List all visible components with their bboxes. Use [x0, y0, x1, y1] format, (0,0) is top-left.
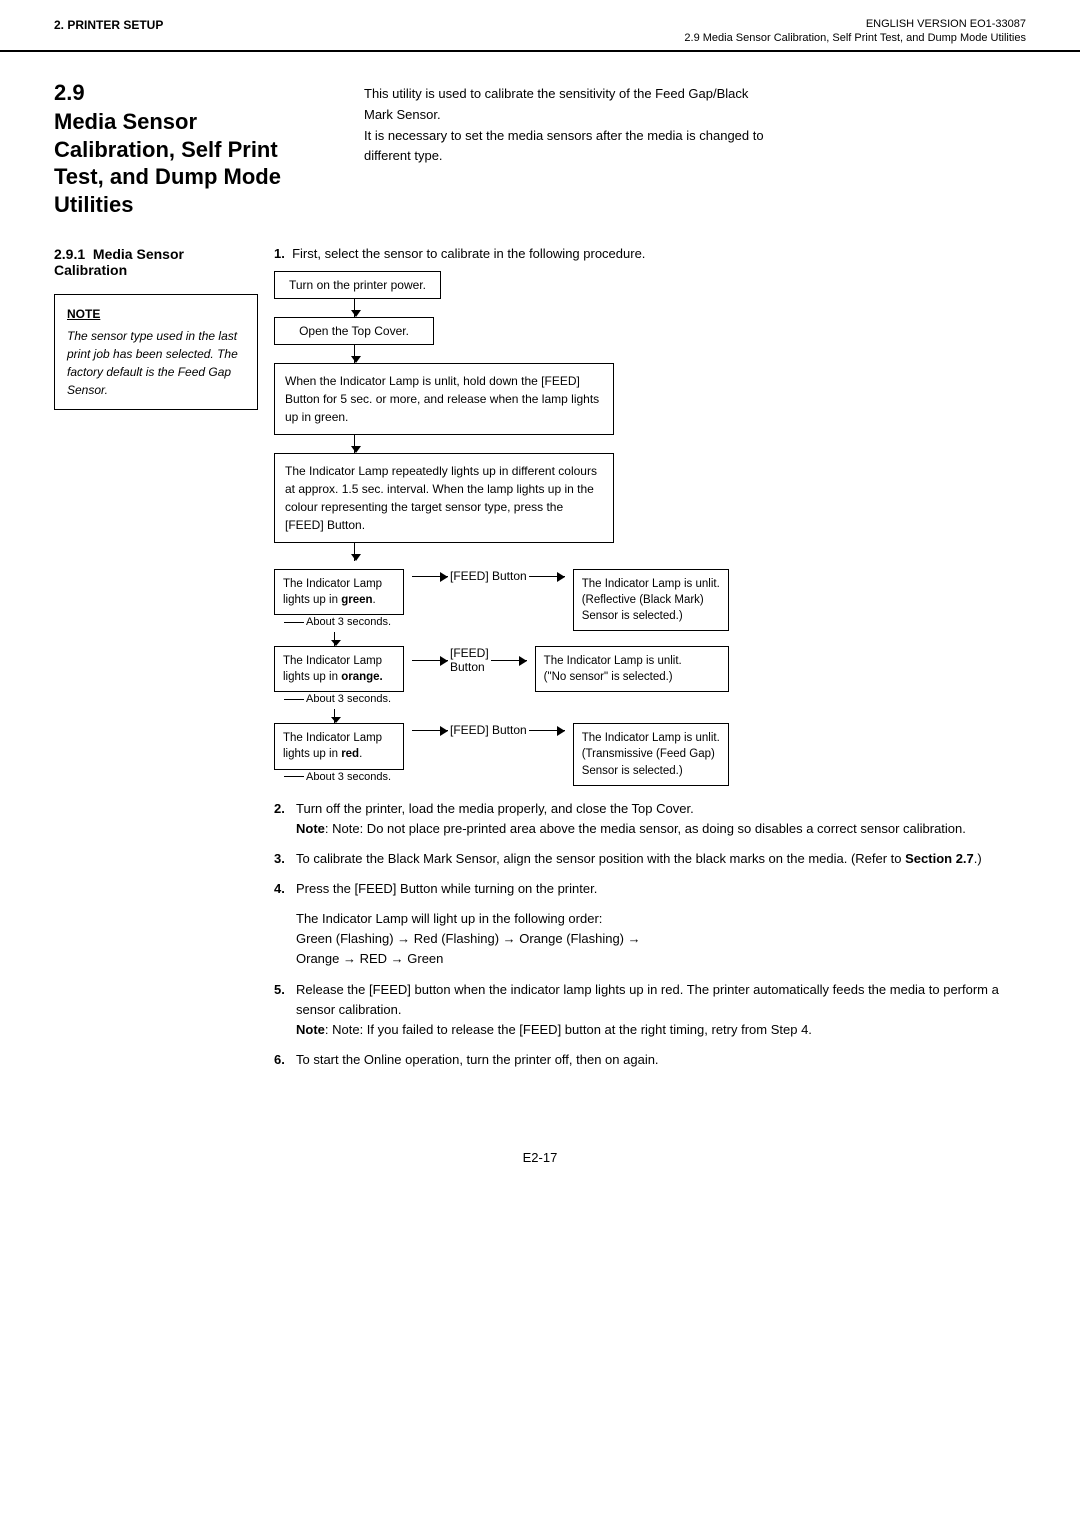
branch-lamp-2: The Indicator Lamp lights up in orange. [274, 646, 404, 692]
subsection-left: 2.9.1 Media Sensor Calibration NOTE The … [54, 246, 274, 420]
page: 2. PRINTER SETUP ENGLISH VERSION EO1-330… [0, 0, 1080, 1528]
branch-result-1: The Indicator Lamp is unlit.(Reflective … [573, 569, 729, 631]
flow-arrow-4 [354, 543, 355, 561]
step2-text: Turn off the printer, load the media pro… [296, 801, 694, 816]
branch-col-left: The Indicator Lamp lights up in green. A… [274, 569, 404, 632]
about-3s-1: About 3 seconds. [274, 616, 391, 628]
step5-text: Release the [FEED] button when the indic… [296, 982, 999, 1017]
subsection-right: 1. First, select the sensor to calibrate… [274, 246, 1026, 1080]
section-number: 2.9 [54, 80, 364, 106]
branch-result-3: The Indicator Lamp is unlit.(Transmissiv… [573, 723, 729, 785]
title-line2: Calibration, Self Print [54, 137, 278, 162]
section-title-left: 2.9 Media Sensor Calibration, Self Print… [54, 80, 364, 218]
intro-line2: Mark Sensor. [364, 107, 441, 122]
subsection-2-9-1: 2.9.1 Media Sensor Calibration NOTE The … [54, 246, 1026, 1080]
note-box: NOTE The sensor type used in the last pr… [54, 294, 258, 410]
branch-col-left-2: The Indicator Lamp lights up in orange. … [274, 646, 404, 709]
header-right: ENGLISH VERSION EO1-33087 2.9 Media Sens… [684, 18, 1026, 44]
section-title-block: 2.9 Media Sensor Calibration, Self Print… [54, 80, 1026, 218]
step4-sequence: Green (Flashing) → Red (Flashing) → Oran… [296, 931, 641, 946]
steps-list-2: 5. Release the [FEED] button when the in… [274, 980, 1026, 1071]
section-intro: This utility is used to calibrate the se… [364, 80, 1026, 167]
intro-line1: This utility is used to calibrate the se… [364, 86, 748, 101]
header-section-title: 2. PRINTER SETUP [54, 18, 163, 32]
step2: 2. Turn off the printer, load the media … [274, 799, 1026, 839]
about-3s-2: About 3 seconds. [274, 693, 391, 705]
subsection-title: 2.9.1 Media Sensor Calibration [54, 246, 258, 278]
intro-line4: different type. [364, 148, 443, 163]
step5: 5. Release the [FEED] button when the in… [274, 980, 1026, 1040]
step3: 3. To calibrate the Black Mark Sensor, a… [274, 849, 1026, 869]
page-number: E2-17 [0, 1150, 1080, 1185]
horiz-arrow-2b [491, 660, 527, 661]
horiz-arrow-1b [529, 576, 565, 577]
flow-container: Turn on the printer power. Open the Top … [274, 271, 1026, 787]
step3-bold: Section 2.7 [905, 851, 974, 866]
note-text: The sensor type used in the last print j… [67, 329, 238, 397]
branch-result-2: The Indicator Lamp is unlit.("No sensor"… [535, 646, 729, 692]
step4-sequence2: Orange → RED → Green [296, 951, 443, 966]
flowchart: Turn on the printer power. Open the Top … [274, 271, 1026, 787]
flow-arrow-3 [354, 435, 355, 453]
about-3s-3: About 3 seconds. [274, 771, 391, 783]
intro-line3: It is necessary to set the media sensors… [364, 128, 764, 143]
flow-box-4: The Indicator Lamp repeatedly lights up … [274, 453, 614, 543]
flow-arrow-1 [354, 299, 355, 317]
flow-box-3: When the Indicator Lamp is unlit, hold d… [274, 363, 614, 435]
steps-list: 2. Turn off the printer, load the media … [274, 799, 1026, 900]
step3-text: To calibrate the Black Mark Sensor, alig… [296, 851, 902, 866]
horiz-arrow-3 [412, 730, 448, 731]
step4-sub: The Indicator Lamp will light up in the … [296, 911, 602, 926]
branch-lamp-1: The Indicator Lamp lights up in green. [274, 569, 404, 615]
step2-note: Note: Note: Do not place pre-printed are… [296, 821, 966, 836]
branch-button-3: [FEED] Button [404, 723, 573, 737]
page-header: 2. PRINTER SETUP ENGLISH VERSION EO1-330… [0, 0, 1080, 52]
step1-text: First, select the sensor to calibrate in… [292, 246, 645, 261]
sub-arrow-1 [334, 632, 335, 646]
branch-col-left-3: The Indicator Lamp lights up in red. Abo… [274, 723, 404, 786]
branch-button-1: [FEED] Button [404, 569, 573, 583]
title-line3: Test, and Dump Mode [54, 164, 281, 189]
horiz-arrow-3b [529, 730, 565, 731]
step4: 4. Press the [FEED] Button while turning… [274, 879, 1026, 899]
step4-text: Press the [FEED] Button while turning on… [296, 881, 597, 896]
flow-box-2: Open the Top Cover. [274, 317, 434, 345]
branch-lamp-3: The Indicator Lamp lights up in red. [274, 723, 404, 769]
step1-intro: 1. First, select the sensor to calibrate… [274, 246, 1026, 261]
header-version: ENGLISH VERSION EO1-33087 [684, 18, 1026, 30]
horiz-arrow-2 [412, 660, 448, 661]
sub-arrow-2 [334, 709, 335, 723]
branch-row-1: The Indicator Lamp lights up in green. A… [274, 569, 729, 632]
branch-button-2: [FEED]Button [404, 646, 535, 674]
step6: 6. To start the Online operation, turn t… [274, 1050, 1026, 1070]
horiz-arrow-1 [412, 576, 448, 577]
branch-section: The Indicator Lamp lights up in green. A… [274, 569, 729, 787]
section-title-main: Media Sensor Calibration, Self Print Tes… [54, 108, 364, 218]
flow-box-1: Turn on the printer power. [274, 271, 441, 299]
flow-arrow-2 [354, 345, 355, 363]
step6-text: To start the Online operation, turn the … [296, 1050, 1026, 1070]
note-label: NOTE [67, 305, 245, 323]
subsection-number: 2.9.1 [54, 246, 85, 262]
step4-sub-content: The Indicator Lamp will light up in the … [296, 909, 1026, 969]
main-content: 2.9 Media Sensor Calibration, Self Print… [0, 52, 1080, 1120]
step5-note: Note: Note: If you failed to release the… [296, 1022, 812, 1037]
branch-row-3: The Indicator Lamp lights up in red. Abo… [274, 723, 729, 786]
title-line1: Media Sensor [54, 109, 197, 134]
title-line4: Utilities [54, 192, 133, 217]
step3-end: .) [974, 851, 982, 866]
header-section-path: 2.9 Media Sensor Calibration, Self Print… [684, 32, 1026, 44]
branch-row-2: The Indicator Lamp lights up in orange. … [274, 646, 729, 709]
